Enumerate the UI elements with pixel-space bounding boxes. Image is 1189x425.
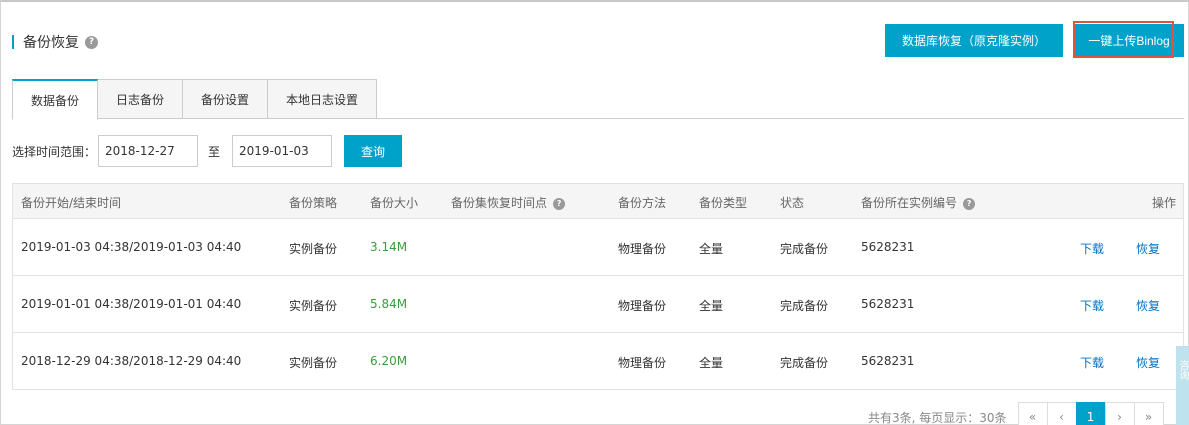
tab-bar: 数据备份 日志备份 备份设置 本地日志设置 bbox=[12, 79, 1184, 120]
col-header-restore-point-label: 备份集恢复时间点 bbox=[451, 196, 548, 210]
download-link[interactable]: 下载 bbox=[1080, 297, 1104, 314]
download-link[interactable]: 下载 bbox=[1080, 240, 1104, 257]
tab-local-log-settings[interactable]: 本地日志设置 bbox=[268, 79, 378, 119]
col-header-status: 状态 bbox=[780, 196, 805, 210]
cell-size: 3.14M bbox=[370, 240, 408, 254]
restore-link[interactable]: 恢复 bbox=[1136, 297, 1160, 314]
tab-log-backup[interactable]: 日志备份 bbox=[98, 79, 184, 119]
cell-time: 2019-01-01 04:38/2019-01-01 04:40 bbox=[21, 297, 242, 311]
pagination-summary: 共有3条, 每页显示：30条 bbox=[868, 410, 1007, 425]
end-date-input[interactable] bbox=[232, 135, 333, 167]
cell-instance: 5628231 bbox=[861, 297, 915, 311]
cell-type: 全量 bbox=[699, 356, 724, 370]
table-header: 备份开始/结束时间 备份策略 备份大小 备份集恢复时间点? 备份方法 备份类型 … bbox=[13, 184, 1183, 219]
col-header-size: 备份大小 bbox=[370, 196, 419, 210]
help-icon[interactable]: ? bbox=[963, 197, 976, 210]
time-range-filter: 选择时间范围： 至 查询 bbox=[12, 134, 403, 168]
col-header-type: 备份类型 bbox=[699, 196, 748, 210]
database-restore-button[interactable]: 数据库恢复（原克隆实例） bbox=[885, 24, 1063, 57]
cell-type: 全量 bbox=[699, 299, 724, 313]
col-header-policy: 备份策略 bbox=[289, 196, 338, 210]
start-date-input[interactable] bbox=[98, 135, 199, 167]
col-header-instance: 备份所在实例编号? bbox=[861, 194, 976, 211]
title-group: 备份恢复 ? bbox=[12, 32, 98, 52]
col-header-instance-label: 备份所在实例编号 bbox=[861, 196, 958, 210]
cell-size: 5.84M bbox=[370, 297, 408, 311]
cell-method: 物理备份 bbox=[618, 356, 667, 370]
prev-page-button[interactable]: ‹ bbox=[1046, 402, 1077, 425]
col-header-time: 备份开始/结束时间 bbox=[21, 196, 122, 210]
cell-instance: 5628231 bbox=[861, 240, 915, 254]
pagination: 共有3条, 每页显示：30条 « ‹ 1 › » bbox=[868, 402, 1164, 425]
page-header: 备份恢复 ? 数据库恢复（原克隆实例） 一键上传Binlog bbox=[12, 21, 1184, 60]
to-label: 至 bbox=[208, 144, 221, 159]
cell-type: 全量 bbox=[699, 242, 724, 256]
col-header-restore-point: 备份集恢复时间点? bbox=[451, 194, 566, 211]
consult-label: 咨询 bbox=[1177, 360, 1188, 380]
page-title: 备份恢复 bbox=[23, 35, 79, 51]
cell-size: 6.20M bbox=[370, 354, 408, 368]
consult-float-tab[interactable]: 咨询 bbox=[1176, 346, 1189, 425]
cell-status: 完成备份 bbox=[780, 242, 829, 256]
download-link[interactable]: 下载 bbox=[1080, 354, 1104, 371]
backup-table: 备份开始/结束时间 备份策略 备份大小 备份集恢复时间点? 备份方法 备份类型 … bbox=[12, 183, 1184, 390]
highlight-box bbox=[1073, 21, 1174, 58]
help-icon[interactable]: ? bbox=[553, 197, 566, 210]
cell-status: 完成备份 bbox=[780, 299, 829, 313]
restore-link[interactable]: 恢复 bbox=[1136, 354, 1160, 371]
cell-policy: 实例备份 bbox=[289, 356, 338, 370]
title-accent-bar bbox=[12, 35, 14, 49]
cell-policy: 实例备份 bbox=[289, 299, 338, 313]
cell-time: 2018-12-29 04:38/2018-12-29 04:40 bbox=[21, 354, 242, 368]
time-range-label: 选择时间范围： bbox=[12, 144, 97, 159]
cell-status: 完成备份 bbox=[780, 356, 829, 370]
page-1-button[interactable]: 1 bbox=[1075, 402, 1106, 425]
tab-data-backup[interactable]: 数据备份 bbox=[12, 79, 99, 120]
tab-backup-settings[interactable]: 备份设置 bbox=[183, 79, 269, 119]
restore-link[interactable]: 恢复 bbox=[1136, 240, 1160, 257]
cell-method: 物理备份 bbox=[618, 299, 667, 313]
table-row: 2018-12-29 04:38/2018-12-29 04:40 实例备份 6… bbox=[13, 333, 1183, 390]
next-page-button[interactable]: › bbox=[1104, 402, 1135, 425]
table-row: 2019-01-03 04:38/2019-01-03 04:40 实例备份 3… bbox=[13, 219, 1183, 276]
first-page-button[interactable]: « bbox=[1017, 402, 1048, 425]
query-button[interactable]: 查询 bbox=[344, 135, 403, 167]
last-page-button[interactable]: » bbox=[1133, 402, 1164, 425]
cell-time: 2019-01-03 04:38/2019-01-03 04:40 bbox=[21, 240, 242, 254]
cell-method: 物理备份 bbox=[618, 242, 667, 256]
help-icon[interactable]: ? bbox=[85, 35, 98, 49]
table-row: 2019-01-01 04:38/2019-01-01 04:40 实例备份 5… bbox=[13, 276, 1183, 333]
cell-policy: 实例备份 bbox=[289, 242, 338, 256]
col-header-method: 备份方法 bbox=[618, 196, 667, 210]
cell-instance: 5628231 bbox=[861, 354, 915, 368]
col-header-actions: 操作 bbox=[1152, 196, 1177, 210]
